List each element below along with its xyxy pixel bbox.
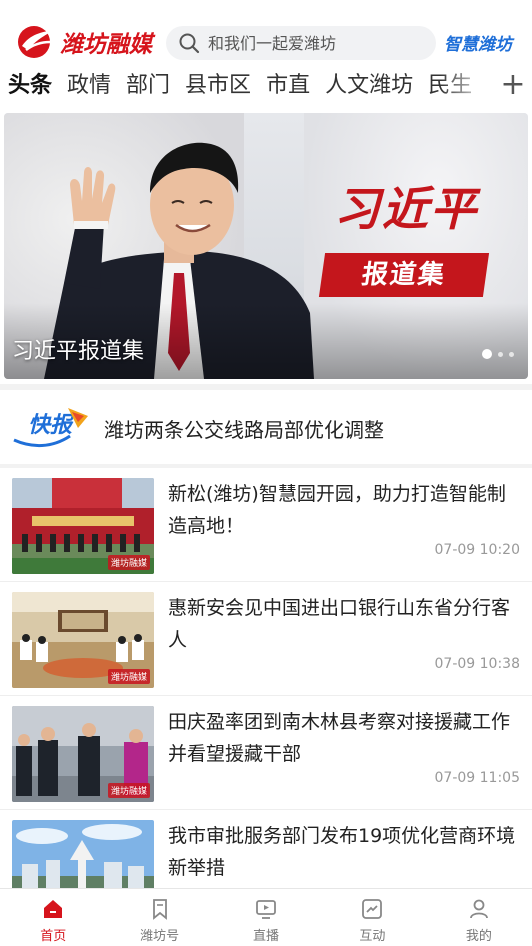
news-thumbnail: 潍坊融媒 [12, 706, 154, 802]
news-item[interactable]: 潍坊融媒 田庆盈率团到南木林县考察对接援藏工作并看望援藏干部 07-09 11:05 [0, 696, 532, 810]
thumbnail-watermark: 潍坊融媒 [107, 783, 150, 798]
express-logo-icon: 快报 [13, 408, 88, 447]
bookmark-icon [148, 897, 172, 921]
news-title[interactable]: 田庆盈率团到南木林县考察对接援藏工作并看望援藏干部 [168, 706, 524, 770]
section-divider [0, 384, 532, 390]
tab-0[interactable]: 头条 [8, 70, 52, 104]
express-headline[interactable]: 潍坊两条公交线路局部优化调整 [104, 414, 384, 443]
nav-item-0[interactable]: 首页 [0, 889, 106, 946]
news-thumbnail: 潍坊融媒 [12, 478, 154, 574]
tab-2[interactable]: 部门 [126, 70, 170, 104]
banner-caption[interactable]: 习近平报道集 [12, 333, 144, 365]
nav-label: 我的 [465, 929, 492, 944]
nav-item-2[interactable]: 直播 [213, 889, 319, 946]
user-icon [467, 897, 491, 921]
news-title[interactable]: 惠新安会见中国进出口银行山东省分行客人 [168, 592, 524, 656]
logo-text: 潍坊融媒 [60, 32, 152, 58]
logo-mark-icon [16, 24, 56, 60]
news-timestamp: 07-09 10:38 [434, 656, 520, 672]
nav-item-3[interactable]: 互动 [319, 889, 425, 946]
nav-label: 互动 [359, 929, 386, 944]
news-item[interactable]: 潍坊融媒 惠新安会见中国进出口银行山东省分行客人 07-09 10:38 [0, 582, 532, 696]
app-header: 潍坊融媒 智慧潍坊 [0, 0, 532, 68]
thumbnail-watermark: 潍坊融媒 [107, 555, 150, 570]
tabs-track: 头条政情部门县市区市直人文潍坊民生 [8, 70, 484, 104]
app-logo[interactable]: 潍坊融媒 [16, 24, 152, 60]
bottom-navigation: 首页 潍坊号 直播 互动 我的 [0, 888, 532, 946]
news-title[interactable]: 我市审批服务部门发布19项优化营商环境新举措 [168, 820, 524, 884]
banner-brand: 习近平 报道集 [316, 173, 496, 303]
carousel-dot[interactable] [509, 351, 514, 357]
nav-label: 首页 [40, 929, 67, 944]
banner-subtitle: 报道集 [318, 253, 490, 297]
express-logo-text: 快报 [28, 413, 75, 438]
express-news[interactable]: 快报 潍坊两条公交线路局部优化调整 [0, 392, 532, 464]
interact-icon [360, 897, 384, 921]
nav-item-4[interactable]: 我的 [426, 889, 532, 946]
search-bar[interactable] [166, 26, 436, 60]
smart-weifang-link[interactable]: 智慧潍坊 [444, 30, 512, 55]
tv-icon [254, 897, 278, 921]
banner-carousel[interactable]: 习近平 报道集 习近平报道集 [4, 113, 528, 379]
nav-label: 直播 [253, 929, 280, 944]
tabs-fade [440, 68, 490, 108]
tab-4[interactable]: 市直 [266, 70, 310, 104]
news-title[interactable]: 新松(潍坊)智慧园开园，助力打造智能制造高地！ [168, 478, 524, 542]
home-icon [41, 897, 65, 921]
banner-title: 习近平 [334, 182, 478, 236]
add-channel-button[interactable]: + [498, 70, 528, 102]
search-input[interactable] [208, 33, 428, 53]
news-thumbnail: 潍坊融媒 [12, 592, 154, 688]
nav-label: 潍坊号 [140, 929, 180, 944]
news-timestamp: 07-09 11:05 [434, 770, 520, 786]
thumbnail-watermark: 潍坊融媒 [107, 669, 150, 684]
tab-3[interactable]: 县市区 [185, 70, 251, 104]
tab-5[interactable]: 人文潍坊 [325, 70, 413, 104]
tab-1[interactable]: 政情 [67, 70, 111, 104]
nav-item-1[interactable]: 潍坊号 [106, 889, 212, 946]
news-item[interactable]: 潍坊融媒 新松(潍坊)智慧园开园，助力打造智能制造高地！ 07-09 10:20 [0, 468, 532, 582]
search-icon [179, 33, 200, 54]
news-timestamp: 07-09 10:20 [434, 542, 520, 558]
carousel-indicator [482, 349, 514, 359]
channel-tabs: 头条政情部门县市区市直人文潍坊民生 [0, 68, 532, 108]
carousel-dot-active[interactable] [482, 349, 492, 359]
carousel-dot[interactable] [498, 351, 503, 357]
